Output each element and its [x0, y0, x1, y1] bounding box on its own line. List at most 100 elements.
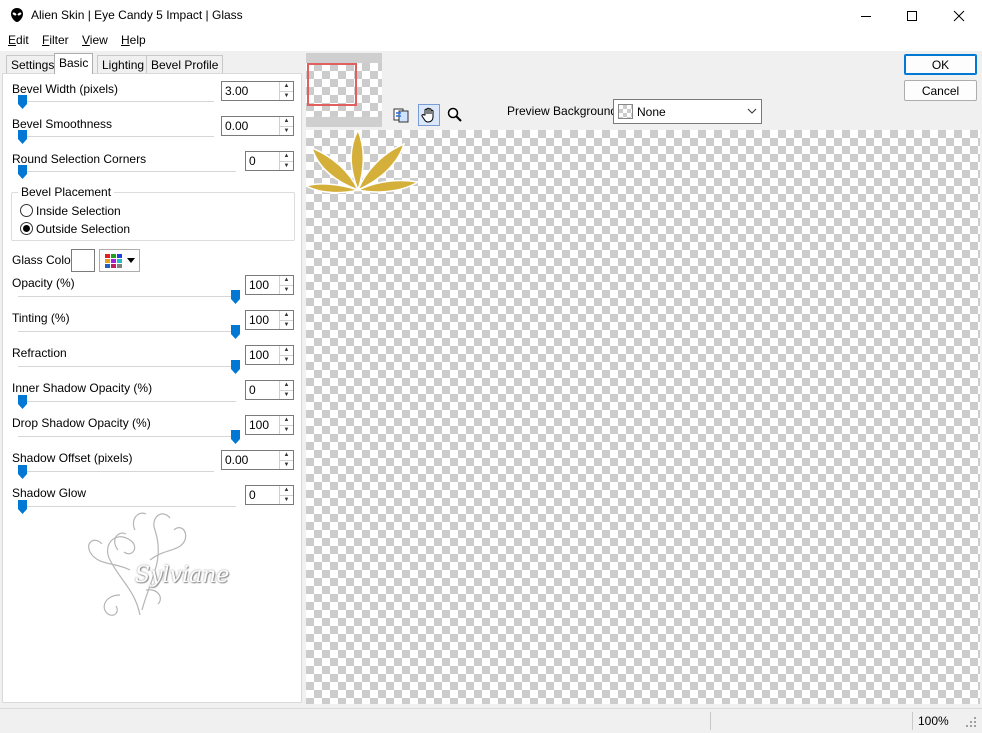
tab-lighting[interactable]: Lighting	[97, 55, 150, 73]
minimize-button[interactable]	[843, 0, 889, 31]
bevel-smoothness-spinbox[interactable]: 0.00 ▲ ▼	[221, 116, 294, 136]
shadow-glow-label: Shadow Glow	[12, 486, 87, 500]
tinting-spinbox[interactable]: 100 ▲ ▼	[245, 310, 294, 330]
status-bar	[0, 708, 982, 733]
tinting-slider-thumb[interactable]	[231, 325, 240, 342]
navigator-viewport-frame[interactable]	[307, 63, 357, 106]
spin-down-icon[interactable]: ▼	[280, 125, 293, 136]
status-divider	[710, 712, 711, 730]
gold-leaf-preview-image	[306, 130, 421, 194]
drop-shadow-opacity-slider[interactable]	[18, 436, 236, 438]
transparent-swatch-icon	[618, 104, 633, 119]
spin-up-icon[interactable]: ▲	[280, 117, 293, 126]
drop-shadow-opacity-spinbox[interactable]: 100 ▲ ▼	[245, 415, 294, 435]
spin-up-icon[interactable]: ▲	[280, 486, 293, 495]
window-title: Alien Skin | Eye Candy 5 Impact | Glass	[31, 8, 243, 22]
spin-down-icon[interactable]: ▼	[280, 90, 293, 101]
alien-skin-logo-icon	[9, 7, 25, 23]
spin-up-icon[interactable]: ▲	[280, 311, 293, 320]
resize-grip-icon[interactable]	[965, 716, 977, 728]
glass-color-label: Glass Color	[12, 253, 75, 267]
spin-down-icon[interactable]: ▼	[280, 160, 293, 171]
menu-filter[interactable]: Filter	[42, 33, 69, 47]
preview-background-value: None	[637, 105, 666, 119]
spin-up-icon[interactable]: ▲	[280, 381, 293, 390]
spin-down-icon[interactable]: ▼	[280, 319, 293, 330]
drop-shadow-opacity-slider-thumb[interactable]	[231, 430, 240, 447]
opacity-slider[interactable]	[18, 296, 236, 298]
round-corners-label: Round Selection Corners	[12, 152, 147, 166]
menu-help[interactable]: Help	[121, 33, 146, 47]
spin-down-icon[interactable]: ▼	[280, 459, 293, 470]
spin-down-icon[interactable]: ▼	[280, 389, 293, 400]
inner-shadow-opacity-spinbox[interactable]: 0 ▲ ▼	[245, 380, 294, 400]
close-window-button[interactable]	[936, 0, 982, 31]
spin-up-icon[interactable]: ▲	[280, 451, 293, 460]
bevel-width-slider[interactable]	[18, 101, 214, 103]
zoom-tool-button[interactable]	[444, 104, 466, 126]
spin-down-icon[interactable]: ▼	[280, 494, 293, 505]
ok-button[interactable]: OK	[904, 54, 977, 75]
tab-bevel-profile[interactable]: Bevel Profile	[146, 55, 224, 73]
dropdown-arrow-icon	[126, 257, 135, 263]
watermark-signature: Sylviane	[80, 500, 240, 625]
preview-background-dropdown[interactable]: None	[613, 99, 762, 124]
tab-basic[interactable]: Basic	[54, 53, 94, 74]
spin-up-icon[interactable]: ▲	[280, 416, 293, 425]
watermark-text: Sylviane	[135, 563, 230, 588]
refraction-spinbox[interactable]: 100 ▲ ▼	[245, 345, 294, 365]
tab-settings[interactable]: Settings	[6, 55, 60, 73]
outside-selection-label[interactable]: Outside Selection	[36, 222, 130, 236]
cancel-button[interactable]: Cancel	[904, 80, 977, 101]
round-corners-spinbox[interactable]: 0 ▲ ▼	[245, 151, 294, 171]
chevron-down-icon	[747, 108, 757, 114]
bevel-width-spinbox[interactable]: 3.00 ▲ ▼	[221, 81, 294, 101]
shadow-glow-slider-thumb[interactable]	[18, 500, 27, 517]
spin-down-icon[interactable]: ▼	[280, 354, 293, 365]
bevel-smoothness-slider-thumb[interactable]	[18, 130, 27, 147]
inside-selection-radio[interactable]	[20, 204, 33, 217]
zoom-level: 100%	[918, 714, 949, 728]
opacity-spinbox[interactable]: 100 ▲ ▼	[245, 275, 294, 295]
shadow-offset-spinbox[interactable]: 0.00 ▲ ▼	[221, 450, 294, 470]
spin-up-icon[interactable]: ▲	[280, 276, 293, 285]
spin-up-icon[interactable]: ▲	[280, 152, 293, 161]
minimize-icon	[861, 15, 871, 17]
bevel-width-slider-thumb[interactable]	[18, 95, 27, 112]
shadow-glow-spinbox[interactable]: 0 ▲ ▼	[245, 485, 294, 505]
shadow-offset-label: Shadow Offset (pixels)	[12, 451, 133, 465]
opacity-slider-thumb[interactable]	[231, 290, 240, 307]
round-corners-slider-thumb[interactable]	[18, 165, 27, 182]
shadow-offset-slider-thumb[interactable]	[18, 465, 27, 482]
bevel-placement-title: Bevel Placement	[18, 185, 115, 199]
spin-up-icon[interactable]: ▲	[280, 82, 293, 91]
round-corners-slider[interactable]	[18, 171, 236, 173]
shadow-offset-slider[interactable]	[18, 471, 214, 473]
spin-down-icon[interactable]: ▼	[280, 424, 293, 435]
spin-down-icon[interactable]: ▼	[280, 284, 293, 295]
maximize-button[interactable]	[889, 0, 935, 31]
refraction-slider[interactable]	[18, 366, 236, 368]
glass-color-swatch[interactable]	[71, 249, 95, 272]
maximize-icon	[907, 10, 917, 21]
inner-shadow-opacity-slider-thumb[interactable]	[18, 395, 27, 412]
inside-selection-label[interactable]: Inside Selection	[36, 204, 121, 218]
menu-edit[interactable]: Edit	[8, 33, 29, 47]
spin-up-icon[interactable]: ▲	[280, 346, 293, 355]
preview-canvas[interactable]	[306, 130, 980, 704]
menu-view[interactable]: View	[82, 33, 108, 47]
preview-background-label: Preview Background:	[507, 104, 621, 118]
outside-selection-radio[interactable]	[20, 222, 33, 235]
radio-selected-dot	[23, 225, 30, 232]
inner-shadow-opacity-slider[interactable]	[18, 401, 236, 403]
preview-toggle-button[interactable]	[390, 104, 412, 126]
inner-shadow-opacity-label: Inner Shadow Opacity (%)	[12, 381, 153, 395]
bevel-smoothness-slider[interactable]	[18, 136, 214, 138]
tinting-slider[interactable]	[18, 331, 236, 333]
status-divider	[912, 712, 913, 730]
refraction-slider-thumb[interactable]	[231, 360, 240, 377]
color-palette-icon	[104, 253, 122, 268]
color-picker-button[interactable]	[99, 249, 140, 272]
hand-tool-button[interactable]	[418, 104, 440, 126]
bevel-width-label: Bevel Width (pixels)	[12, 82, 119, 96]
